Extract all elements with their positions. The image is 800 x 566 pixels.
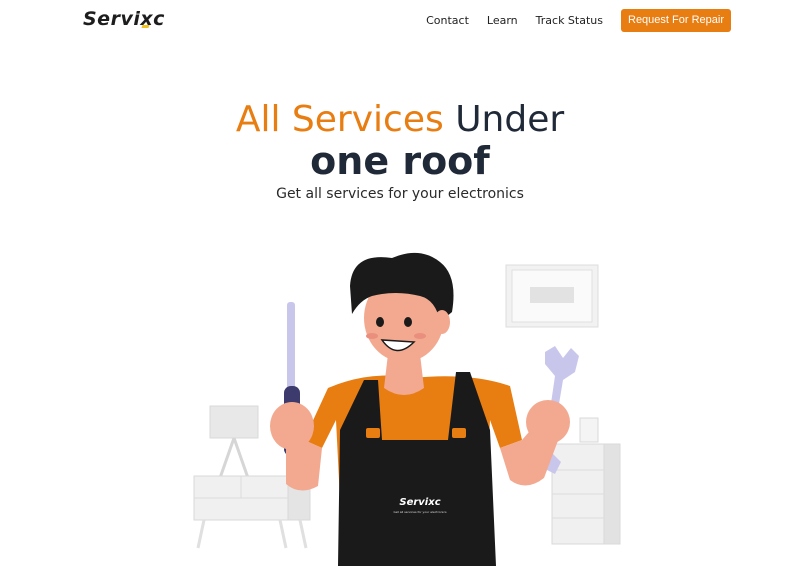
apron-logo: Servixc (399, 497, 440, 508)
brand-name-x: x (140, 8, 154, 30)
hero-subtitle: Get all services for your electronics (276, 186, 524, 202)
nav-link-contact[interactable]: Contact (426, 10, 469, 32)
hero-title: All Services Under (0, 100, 800, 140)
top-navbar: Servixc Contact Learn Track Status Reque… (0, 0, 800, 40)
apron-tagline: Get all services for your electronics (393, 510, 447, 514)
nav-link-learn[interactable]: Learn (487, 10, 518, 32)
brand-logo[interactable]: Servixc (83, 8, 165, 30)
hero-title-line2: one roof (310, 139, 490, 183)
nav-links: Contact Learn Track Status Request For R… (426, 9, 731, 32)
hero-title-accent: All Services (235, 99, 444, 140)
brand-name-suffix: c (153, 8, 165, 30)
repairman-illustration: Servixc Get all services for your electr… (193, 252, 621, 566)
hero-title-rest: Under (455, 99, 565, 140)
nav-link-track-status[interactable]: Track Status (536, 10, 603, 32)
request-repair-button[interactable]: Request For Repair (621, 9, 731, 32)
brand-name-prefix: Servi (83, 8, 141, 30)
